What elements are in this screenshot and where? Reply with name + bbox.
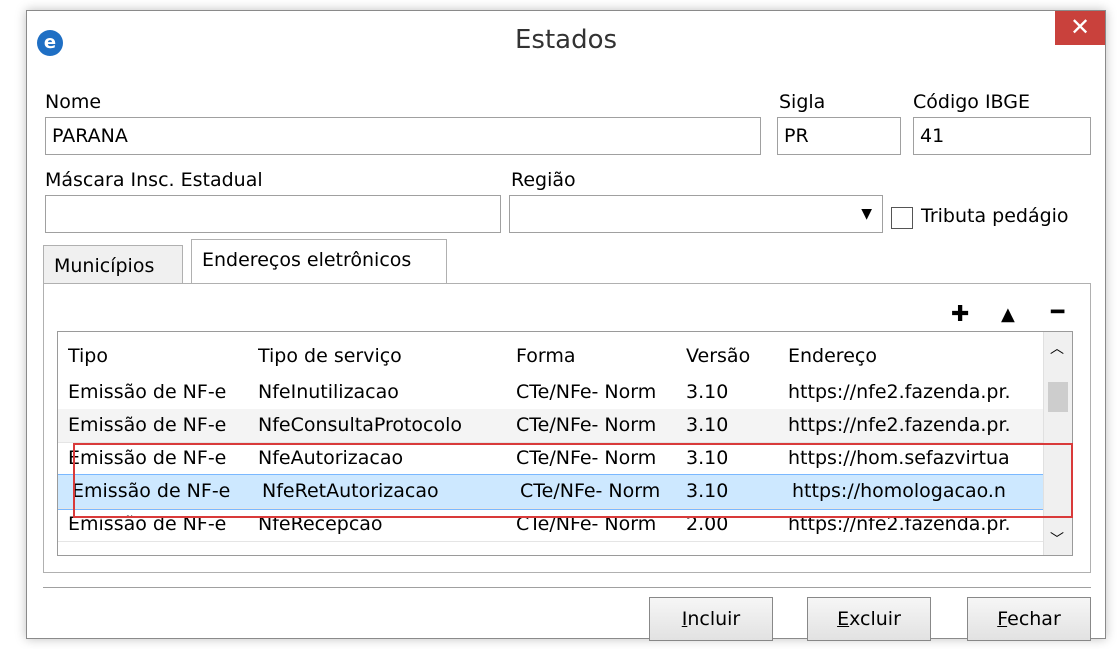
table-row[interactable]: Emissão de NF-e NfeConsultaProtocolo CTe… bbox=[58, 409, 1046, 443]
cell-versao: 3.10 bbox=[686, 447, 729, 469]
window-title: Estados bbox=[514, 25, 618, 55]
cell-forma: CTe/NFe- Norm bbox=[516, 447, 657, 469]
nome-field[interactable]: PARANA bbox=[45, 117, 761, 155]
column-header-forma[interactable]: Forma bbox=[516, 340, 676, 373]
tab-municipios[interactable]: Municípios bbox=[43, 245, 183, 283]
cell-tipo-servico: NfeRecepcao bbox=[258, 513, 383, 535]
column-header-tipo[interactable]: Tipo bbox=[68, 340, 248, 373]
cell-versao: 3.10 bbox=[686, 414, 729, 436]
table-row[interactable]: Emissão de NF-e NfeAutorizacao CTe/NFe- … bbox=[58, 442, 1046, 476]
title-bar: e Estados ✕ bbox=[27, 11, 1105, 73]
cell-forma: CTe/NFe- Norm bbox=[516, 381, 657, 403]
cell-tipo: Emissão de NF-e bbox=[72, 480, 231, 502]
cell-tipo-servico: NfeRetAutorizacao bbox=[262, 480, 439, 502]
scrollbar-thumb[interactable] bbox=[1048, 382, 1068, 412]
cell-forma: CTe/NFe- Norm bbox=[516, 414, 657, 436]
cell-versao: 3.10 bbox=[686, 480, 729, 502]
estados-dialog: e Estados ✕ Nome PARANA Sigla PR Código … bbox=[26, 10, 1106, 641]
cell-endereco: https://nfe2.fazenda.pr. bbox=[788, 414, 1011, 436]
codigo-ibge-field[interactable]: 41 bbox=[913, 117, 1091, 155]
cell-tipo-servico: NfeAutorizacao bbox=[258, 447, 404, 469]
chevron-up-icon[interactable]: ︿ bbox=[1050, 338, 1064, 358]
nome-label: Nome bbox=[45, 91, 102, 113]
table-row[interactable]: Emissão de NF-e NfeInutilizacao CTe/NFe-… bbox=[58, 376, 1046, 410]
cell-tipo: Emissão de NF-e bbox=[68, 414, 227, 436]
cell-versao: 3.10 bbox=[686, 381, 729, 403]
column-header-versao[interactable]: Versão bbox=[686, 340, 776, 373]
close-button[interactable]: ✕ bbox=[1055, 11, 1105, 45]
cell-tipo: Emissão de NF-e bbox=[68, 381, 227, 403]
divider bbox=[43, 587, 1091, 588]
tributa-pedagio-checkbox[interactable] bbox=[891, 207, 913, 229]
mascara-field[interactable] bbox=[45, 195, 501, 233]
cell-tipo: Emissão de NF-e bbox=[68, 513, 227, 535]
tributa-pedagio-label: Tributa pedágio bbox=[921, 205, 1069, 227]
enderecos-grid: Tipo Tipo de serviço Forma Versão Endere… bbox=[57, 331, 1073, 556]
chevron-down-icon: ▼ bbox=[861, 206, 872, 222]
cell-endereco: https://hom.sefazvirtua bbox=[788, 447, 1010, 469]
fechar-mnemonic: F bbox=[997, 608, 1008, 630]
add-icon[interactable]: ✚ bbox=[951, 302, 969, 327]
grid-header: Tipo Tipo de serviço Forma Versão Endere… bbox=[58, 340, 1046, 373]
incluir-label: ncluir bbox=[687, 608, 741, 630]
column-header-tipo-servico[interactable]: Tipo de serviço bbox=[258, 340, 508, 373]
table-row[interactable]: Emissão de NF-e NfeRecepcao CTe/NFe- Nor… bbox=[58, 508, 1046, 542]
regiao-select[interactable]: ▼ bbox=[509, 195, 883, 233]
cell-endereco: https://nfe2.fazenda.pr. bbox=[788, 381, 1011, 403]
excluir-mnemonic: E bbox=[837, 608, 850, 630]
fechar-button[interactable]: Fechar bbox=[967, 597, 1091, 641]
incluir-button[interactable]: Incluir bbox=[649, 597, 773, 641]
cell-endereco: https://nfe2.fazenda.pr. bbox=[788, 513, 1011, 535]
mascara-label: Máscara Insc. Estadual bbox=[45, 169, 263, 191]
table-row-selected[interactable]: Emissão de NF-e NfeRetAutorizacao CTe/NF… bbox=[58, 474, 1047, 510]
codigo-ibge-label: Código IBGE bbox=[913, 91, 1030, 113]
fechar-label: echar bbox=[1007, 608, 1061, 630]
sigla-label: Sigla bbox=[779, 91, 826, 113]
cell-tipo-servico: NfeConsultaProtocolo bbox=[258, 414, 463, 436]
chevron-down-icon[interactable]: ﹀ bbox=[1050, 529, 1064, 549]
excluir-button[interactable]: Excluir bbox=[807, 597, 931, 641]
cell-forma: CTe/NFe- Norm bbox=[516, 513, 657, 535]
cell-tipo-servico: NfeInutilizacao bbox=[258, 381, 399, 403]
cell-tipo: Emissão de NF-e bbox=[68, 447, 227, 469]
grid-scrollbar[interactable]: ︿ ﹀ bbox=[1043, 332, 1072, 555]
column-header-endereco[interactable]: Endereço bbox=[788, 340, 1038, 373]
excluir-label: xcluir bbox=[849, 608, 901, 630]
move-up-icon[interactable]: ▲ bbox=[1001, 304, 1015, 325]
regiao-label: Região bbox=[511, 169, 576, 191]
cell-forma: CTe/NFe- Norm bbox=[520, 480, 661, 502]
cell-endereco: https://homologacao.n bbox=[792, 480, 1006, 502]
remove-icon[interactable]: ━ bbox=[1051, 300, 1064, 325]
cell-versao: 2.00 bbox=[686, 513, 729, 535]
tab-enderecos-eletronicos[interactable]: Endereços eletrônicos bbox=[191, 239, 447, 285]
sigla-field[interactable]: PR bbox=[777, 117, 901, 155]
